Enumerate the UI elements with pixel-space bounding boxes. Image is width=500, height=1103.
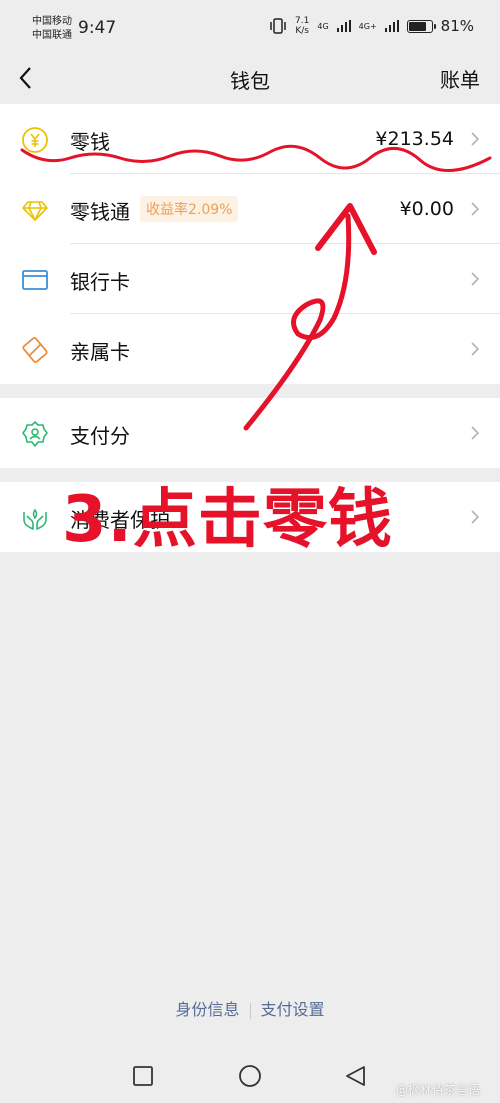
carrier-secondary: 中国联通 xyxy=(32,30,72,41)
chevron-right-icon xyxy=(471,272,480,286)
back-nav-button[interactable] xyxy=(346,1066,365,1086)
family-card-icon xyxy=(22,337,48,363)
chevron-right-icon xyxy=(471,510,480,524)
list-item-change-plus[interactable]: 零钱通 ¥0.00 xyxy=(0,174,500,244)
network-type-1: 4G xyxy=(317,21,329,31)
carrier-primary: 中国移动 xyxy=(32,16,72,27)
status-time: 9:47 xyxy=(78,18,117,38)
diamond-icon xyxy=(22,201,48,221)
vibrate-icon xyxy=(270,18,286,34)
chevron-right-icon xyxy=(471,132,480,146)
payment-settings-link[interactable]: 支付设置 xyxy=(261,1000,325,1019)
list-item-bank-card[interactable]: 银行卡 xyxy=(0,244,500,314)
item-value: ¥213.54 xyxy=(375,128,454,150)
hands-protect-icon xyxy=(23,508,47,530)
annotation-text: 3.点击零钱 xyxy=(62,483,393,557)
item-label: 零钱通 xyxy=(70,200,130,224)
item-label: 支付分 xyxy=(70,424,130,448)
item-value: ¥0.00 xyxy=(399,198,454,220)
battery-percent: 81% xyxy=(440,17,474,35)
network-type-2: 4G+ xyxy=(358,21,377,31)
yield-badge: 收益率2.09% xyxy=(140,196,239,222)
chevron-right-icon xyxy=(471,426,480,440)
battery-icon xyxy=(406,19,436,33)
identity-info-link[interactable]: 身份信息 xyxy=(175,1000,239,1019)
signal-icon-2 xyxy=(384,20,399,32)
bank-card-icon xyxy=(22,270,48,290)
badge-person-icon xyxy=(22,421,48,447)
chevron-right-icon xyxy=(471,342,480,356)
nav-bar: 钱包 账单 xyxy=(0,56,500,104)
network-speed: 7.1 K/s xyxy=(295,16,310,36)
list-item-family-card[interactable]: 亲属卡 xyxy=(0,314,500,384)
list-item-change[interactable]: 零钱 ¥213.54 xyxy=(0,104,500,174)
wallet-group-main: 零钱 ¥213.54 零钱通 ¥0.00 银行卡 亲属卡 xyxy=(0,104,500,384)
recent-apps-button[interactable] xyxy=(133,1066,153,1086)
carrier-info: 中国移动 中国联通 xyxy=(32,15,72,43)
footer-links: 身份信息 支付设置 xyxy=(0,996,500,1020)
bill-button[interactable]: 账单 xyxy=(440,64,480,93)
chevron-right-icon xyxy=(471,202,480,216)
signal-icon xyxy=(336,20,351,32)
page-title: 钱包 xyxy=(230,69,270,93)
home-button[interactable] xyxy=(239,1065,261,1087)
item-label: 零钱 xyxy=(70,130,110,154)
list-item-pay-score[interactable]: 支付分 xyxy=(0,398,500,468)
wallet-group-score: 支付分 xyxy=(0,398,500,468)
status-bar: 中国移动 中国联通 9:47 7.1 K/s 4G 4G+ 81% xyxy=(0,0,500,56)
item-label: 银行卡 xyxy=(70,270,130,294)
watermark: @枫林侍茶言语 xyxy=(395,1083,480,1097)
item-label: 亲属卡 xyxy=(70,340,130,364)
yuan-coin-icon xyxy=(22,127,48,153)
status-indicators: 7.1 K/s 4G 4G+ 81% xyxy=(269,16,474,36)
